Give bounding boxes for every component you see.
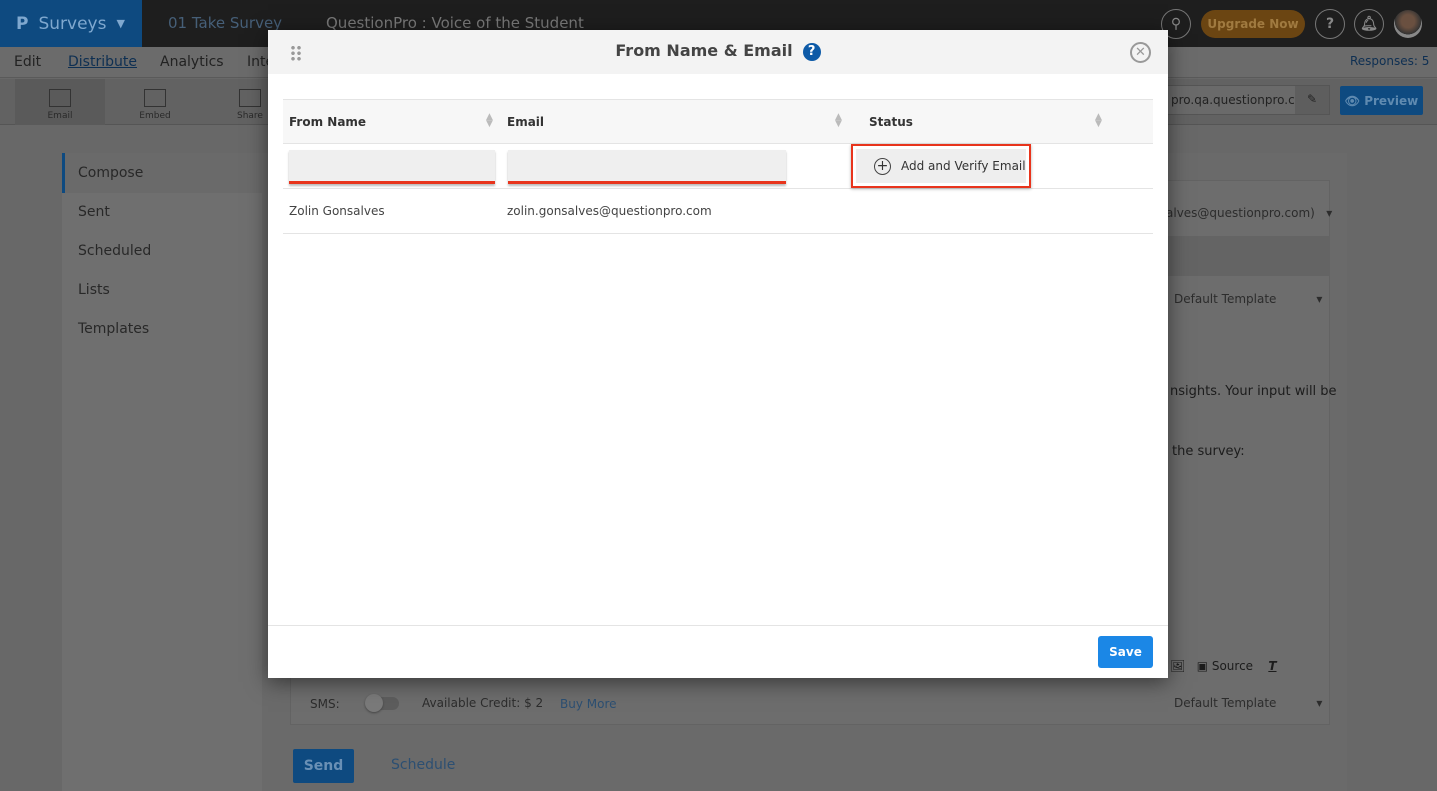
sms-label: SMS: — [310, 697, 340, 711]
nav-distribute[interactable]: Distribute — [68, 54, 137, 70]
caret-down-icon: ▾ — [1316, 292, 1323, 306]
breadcrumb-survey[interactable]: 01 Take Survey — [168, 14, 282, 32]
sidebar-item-compose[interactable]: Compose — [62, 153, 262, 193]
sidebar-item-templates[interactable]: Templates — [78, 321, 149, 337]
message-text[interactable]: nsights. Your input will be — [1170, 384, 1337, 399]
source-icon[interactable]: ▣ — [1197, 659, 1212, 673]
help-icon[interactable]: ? — [1315, 9, 1345, 39]
sender-table: From Name ▲ ▼ Email ▲ ▼ Status ▲ ▼ + Add and… — [283, 99, 1153, 234]
new-sender-row: + Add and Verify Email — [283, 144, 1153, 189]
help-icon[interactable]: ? — [802, 43, 821, 61]
from-name-email-modal: From Name & Email? ✕ From Name ▲ ▼ Email … — [268, 30, 1168, 678]
column-status[interactable]: Status — [869, 115, 913, 129]
from-dropdown[interactable]: alves@questionpro.com) ▾ — [1166, 206, 1332, 220]
caret-down-icon: ▾ — [1316, 696, 1323, 710]
survey-url[interactable]: pro.qa.questionpro.com ✎ — [1160, 85, 1330, 115]
nav-edit[interactable]: Edit — [14, 54, 41, 70]
envelope-icon — [49, 89, 71, 107]
sms-template-dropdown[interactable]: Default Template ▾ — [1174, 696, 1322, 710]
avatar[interactable] — [1394, 10, 1422, 38]
preview-button[interactable]: 👁︎ Preview — [1340, 86, 1423, 115]
email-input[interactable] — [508, 150, 786, 184]
bell-icon[interactable]: 🔔︎ — [1354, 9, 1384, 39]
buy-more-link[interactable]: Buy More — [560, 697, 617, 711]
plus-circle-icon: + — [874, 157, 891, 175]
sidebar-item-lists[interactable]: Lists — [78, 282, 110, 298]
sort-icon[interactable]: ▲ ▼ — [835, 113, 842, 129]
editor-toolbar: 🖼︎ ▣ Source T — [1170, 659, 1277, 673]
table-header: From Name ▲ ▼ Email ▲ ▼ Status ▲ ▼ — [283, 99, 1153, 144]
send-button[interactable]: Send — [293, 749, 354, 783]
tool-embed[interactable]: Embed — [110, 79, 200, 125]
pencil-icon[interactable]: ✎ — [1295, 86, 1329, 114]
sort-icon[interactable]: ▲ ▼ — [1095, 113, 1102, 129]
sort-icon[interactable]: ▲ ▼ — [486, 113, 493, 129]
column-email[interactable]: Email — [507, 115, 544, 129]
sidebar-item-scheduled[interactable]: Scheduled — [78, 243, 151, 259]
share-icon — [239, 89, 261, 107]
add-verify-email-button[interactable]: + Add and Verify Email — [851, 144, 1031, 188]
from-name-input[interactable] — [289, 150, 495, 184]
schedule-button[interactable]: Schedule — [391, 757, 455, 773]
close-icon[interactable]: ✕ — [1130, 42, 1151, 63]
responses-count: Responses: 5 — [1350, 54, 1430, 68]
nav-analytics[interactable]: Analytics — [160, 54, 224, 70]
sidebar: Compose Sent Scheduled Lists Templates — [62, 153, 262, 791]
available-credit: Available Credit: $ 2 — [422, 696, 544, 710]
tool-email[interactable]: Email — [15, 79, 105, 125]
surveys-label: Surveys — [38, 13, 107, 34]
column-from-name[interactable]: From Name — [289, 115, 366, 129]
upgrade-button[interactable]: Upgrade Now — [1201, 10, 1305, 38]
modal-footer — [268, 625, 1168, 626]
message-text[interactable]: the survey: — [1172, 444, 1245, 459]
save-button[interactable]: Save — [1098, 636, 1153, 668]
sidebar-item-sent[interactable]: Sent — [78, 204, 110, 220]
caret-down-icon: ▼ — [116, 17, 125, 30]
embed-icon — [144, 89, 166, 107]
image-icon[interactable]: 🖼︎ — [1170, 659, 1185, 673]
surveys-menu[interactable]: P Surveys ▼ — [0, 0, 142, 47]
modal-title: From Name & Email? — [268, 41, 1168, 61]
logo: P — [16, 13, 29, 34]
sms-toggle[interactable] — [365, 694, 399, 712]
table-row[interactable]: Zolin Gonsalves zolin.gonsalves@question… — [283, 189, 1153, 234]
source-button[interactable]: Source — [1212, 659, 1253, 673]
template-dropdown[interactable]: Default Template ▾ — [1174, 292, 1322, 306]
clear-format-icon[interactable]: T — [1268, 659, 1276, 673]
eye-icon: 👁︎ — [1344, 93, 1365, 108]
